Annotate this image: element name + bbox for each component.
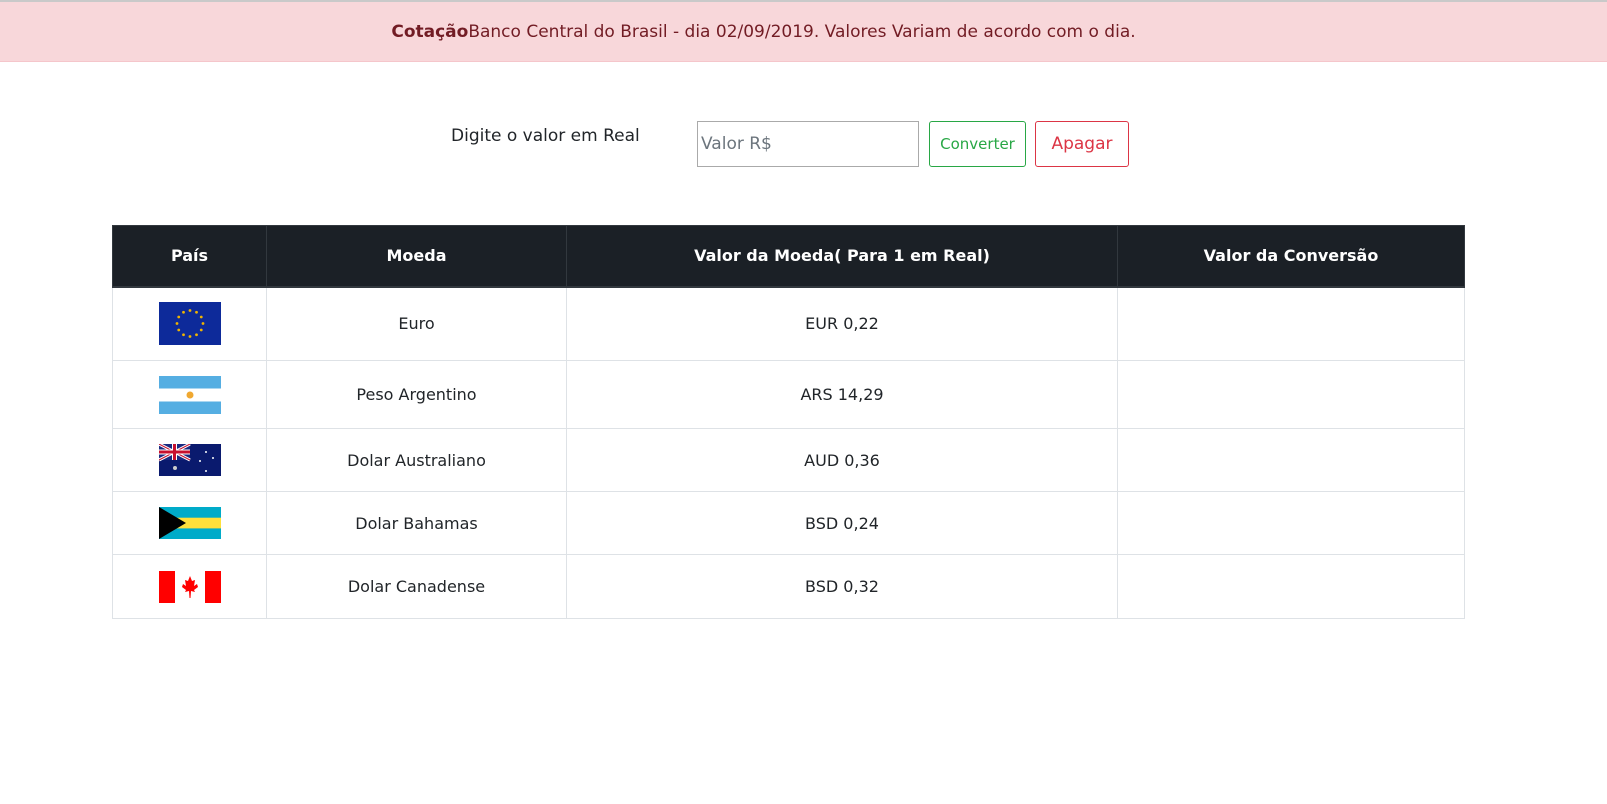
bahamas-flag-icon — [158, 507, 221, 539]
currency-rate: AUD 0,36 — [566, 428, 1118, 492]
clear-button[interactable]: Apagar — [1035, 121, 1129, 167]
alert-text: Banco Central do Brasil - dia 02/09/2019… — [468, 21, 1136, 42]
alert-title: Cotação — [391, 21, 469, 42]
argentina-flag-icon — [158, 375, 221, 414]
quote-alert: Cotação Banco Central do Brasil - dia 02/… — [0, 0, 1607, 62]
currency-rate: BSD 0,24 — [566, 491, 1118, 555]
table-row: Dolar Bahamas BSD 0,24 — [112, 491, 1465, 555]
canada-flag-icon — [158, 570, 221, 603]
currency-name: Dolar Australiano — [266, 428, 567, 492]
currency-rate: EUR 0,22 — [566, 286, 1118, 361]
currency-table: País Moeda Valor da Moeda( Para 1 em Rea… — [112, 225, 1465, 619]
header-conversion: Valor da Conversão — [1117, 225, 1465, 288]
conversion-value — [1117, 360, 1465, 429]
table-row: Peso Argentino ARS 14,29 — [112, 360, 1465, 429]
header-country: País — [112, 225, 267, 288]
conversion-value — [1117, 491, 1465, 555]
currency-name: Peso Argentino — [266, 360, 567, 429]
table-row: Dolar Canadense BSD 0,32 — [112, 554, 1465, 619]
header-rate: Valor da Moeda( Para 1 em Real) — [566, 225, 1118, 288]
conversion-value — [1117, 428, 1465, 492]
conversion-value — [1117, 554, 1465, 619]
table-row: Dolar Australiano AUD 0,36 — [112, 428, 1465, 492]
header-currency: Moeda — [266, 225, 567, 288]
value-input[interactable] — [697, 121, 919, 167]
convert-button[interactable]: Converter — [929, 121, 1026, 167]
currency-name: Dolar Bahamas — [266, 491, 567, 555]
currency-rate: ARS 14,29 — [566, 360, 1118, 429]
value-label: Digite o valor em Real — [451, 126, 640, 146]
currency-rate: BSD 0,32 — [566, 554, 1118, 619]
currency-name: Euro — [266, 286, 567, 361]
conversion-value — [1117, 286, 1465, 361]
australia-flag-icon — [158, 444, 221, 476]
currency-name: Dolar Canadense — [266, 554, 567, 619]
table-row: Euro EUR 0,22 — [112, 286, 1465, 361]
eu-flag-icon — [158, 302, 221, 346]
